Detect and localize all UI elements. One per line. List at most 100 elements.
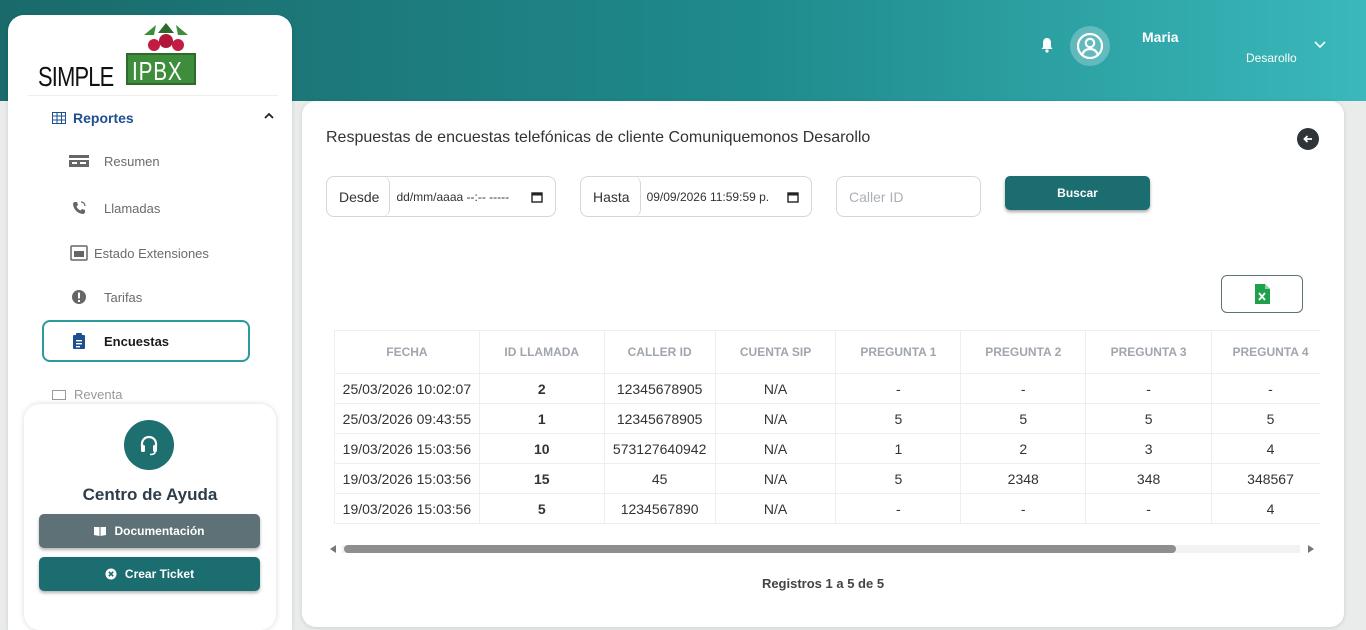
device-icon bbox=[68, 244, 90, 262]
sidebar-item-label: Resumen bbox=[104, 153, 160, 169]
table-cell: 5 bbox=[1211, 403, 1320, 434]
bell-icon[interactable] bbox=[1040, 37, 1054, 53]
table-cell: - bbox=[1211, 373, 1320, 404]
column-header[interactable]: FECHA bbox=[334, 330, 480, 374]
documentation-label: Documentación bbox=[114, 524, 205, 538]
close-circle-icon bbox=[105, 568, 117, 580]
table-cell: 5 bbox=[1085, 403, 1213, 434]
table-row: 25/03/2026 09:43:55 1 12345678905 N/A 5 … bbox=[334, 403, 1320, 434]
desde-input[interactable]: dd/mm/aaaa --:-- ----- bbox=[390, 190, 531, 204]
table-cell: N/A bbox=[714, 373, 837, 404]
table-cell: N/A bbox=[714, 463, 837, 494]
table-cell: 25/03/2026 09:43:55 bbox=[334, 403, 480, 434]
raspberry-logo-icon bbox=[144, 23, 188, 51]
table-cell: 25/03/2026 10:02:07 bbox=[334, 373, 480, 404]
calendar-icon[interactable] bbox=[787, 191, 799, 203]
sidebar-item-resumen[interactable]: Resumen bbox=[68, 149, 248, 173]
sidebar-item-label: Encuestas bbox=[104, 333, 170, 349]
sidebar-item-estado-extensiones[interactable]: Estado Extensiones bbox=[68, 241, 248, 265]
table-cell: 3 bbox=[1085, 433, 1213, 464]
table-cell: 10 bbox=[478, 433, 605, 464]
calendar-icon[interactable] bbox=[531, 191, 543, 203]
page-title: Respuestas de encuestas telefónicas de c… bbox=[326, 129, 871, 146]
table-cell: 5 bbox=[835, 463, 962, 494]
desde-label: Desde bbox=[327, 176, 391, 217]
table-cell: 19/03/2026 15:03:56 bbox=[334, 433, 480, 464]
table-cell: - bbox=[960, 493, 1087, 524]
headset-icon bbox=[124, 420, 174, 470]
user-name: Maria bbox=[1142, 29, 1179, 45]
sidebar-item-tarifas[interactable]: Tarifas bbox=[68, 285, 248, 309]
column-header[interactable]: PREGUNTA 2 bbox=[960, 330, 1087, 374]
logo-text-simple: SIMPLE bbox=[38, 61, 114, 92]
sidebar-item-label: Llamadas bbox=[104, 200, 161, 216]
table-cell: 5 bbox=[478, 493, 605, 524]
sidebar-section-label: Reventa bbox=[74, 387, 123, 402]
hasta-field[interactable]: Hasta 09/09/2026 11:59:59 p. bbox=[580, 176, 812, 217]
book-icon bbox=[94, 526, 107, 536]
clipboard-icon bbox=[68, 332, 90, 350]
scroll-right-arrow[interactable] bbox=[1308, 545, 1314, 553]
chevron-up-icon bbox=[264, 112, 274, 119]
column-header[interactable]: PREGUNTA 4 bbox=[1211, 330, 1320, 374]
column-header[interactable]: ID LLAMADA bbox=[478, 330, 605, 374]
phone-icon bbox=[68, 199, 90, 217]
export-excel-button[interactable] bbox=[1221, 275, 1303, 313]
table-cell: 5 bbox=[835, 403, 962, 434]
table-cell: 348 bbox=[1085, 463, 1213, 494]
table-row: 25/03/2026 10:02:07 2 12345678905 N/A - … bbox=[334, 373, 1320, 404]
records-count: Registros 1 a 5 de 5 bbox=[761, 576, 885, 591]
table-cell: - bbox=[960, 373, 1087, 404]
sidebar-item-label: Tarifas bbox=[104, 289, 143, 305]
create-ticket-button[interactable]: Crear Ticket bbox=[39, 557, 260, 591]
reventa-icon bbox=[52, 389, 66, 400]
table-row: 19/03/2026 15:03:56 10 573127640942 N/A … bbox=[334, 433, 1320, 464]
create-ticket-label: Crear Ticket bbox=[124, 567, 195, 581]
arrow-left-icon bbox=[1303, 135, 1312, 143]
table-cell: 19/03/2026 15:03:56 bbox=[334, 463, 480, 494]
hasta-input[interactable]: 09/09/2026 11:59:59 p. bbox=[641, 190, 787, 204]
logo[interactable]: SIMPLE IPBX bbox=[38, 23, 208, 93]
table-cell: 5 bbox=[960, 403, 1087, 434]
results-table: FECHA ID LLAMADA CALLER ID CUENTA SIP PR… bbox=[334, 330, 1320, 526]
table-cell: - bbox=[835, 373, 962, 404]
table-cell: 2 bbox=[478, 373, 605, 404]
table-grid-icon bbox=[52, 112, 66, 124]
column-header[interactable]: PREGUNTA 3 bbox=[1085, 330, 1213, 374]
column-header[interactable]: CUENTA SIP bbox=[714, 330, 837, 374]
table-cell: 1 bbox=[835, 433, 962, 464]
alert-icon bbox=[68, 288, 90, 306]
table-cell: 19/03/2026 15:03:56 bbox=[334, 493, 480, 524]
sidebar-item-encuestas[interactable]: Encuestas bbox=[42, 320, 250, 362]
logo-text-ipbx: IPBX bbox=[132, 56, 183, 86]
divider bbox=[28, 95, 278, 96]
table-cell: - bbox=[1085, 373, 1213, 404]
table-cell: 1234567890 bbox=[603, 493, 716, 524]
sidebar-section-label: Reportes bbox=[73, 110, 134, 126]
desde-field[interactable]: Desde dd/mm/aaaa --:-- ----- bbox=[326, 176, 556, 217]
sidebar-item-llamadas[interactable]: Llamadas bbox=[68, 196, 248, 220]
search-button[interactable]: Buscar bbox=[1005, 176, 1150, 210]
scroll-left-arrow[interactable] bbox=[330, 545, 336, 553]
table-cell: 2348 bbox=[960, 463, 1087, 494]
column-header[interactable]: PREGUNTA 1 bbox=[835, 330, 962, 374]
sidebar-section-reportes[interactable]: Reportes bbox=[52, 107, 282, 129]
caller-id-input[interactable]: Caller ID bbox=[836, 176, 981, 217]
table-header-row: FECHA ID LLAMADA CALLER ID CUENTA SIP PR… bbox=[334, 330, 1320, 374]
chevron-down-icon[interactable] bbox=[1313, 40, 1327, 50]
table-cell: 573127640942 bbox=[603, 433, 716, 464]
sidebar-section-reventa[interactable]: Reventa bbox=[52, 387, 272, 402]
help-title: Centro de Ayuda bbox=[82, 485, 218, 504]
hasta-label: Hasta bbox=[581, 176, 641, 217]
table-cell: N/A bbox=[714, 433, 837, 464]
documentation-button[interactable]: Documentación bbox=[39, 514, 260, 548]
scrollbar-thumb[interactable] bbox=[344, 545, 1176, 553]
table-cell: - bbox=[1085, 493, 1213, 524]
avatar[interactable] bbox=[1070, 26, 1110, 66]
column-header[interactable]: CALLER ID bbox=[603, 330, 716, 374]
sidebar-item-label: Estado Extensiones bbox=[94, 245, 209, 261]
table-cell: 4 bbox=[1211, 493, 1320, 524]
back-button[interactable] bbox=[1297, 128, 1319, 150]
excel-icon bbox=[1255, 284, 1270, 304]
help-card: Centro de Ayuda Documentación Crear Tick… bbox=[24, 404, 276, 630]
